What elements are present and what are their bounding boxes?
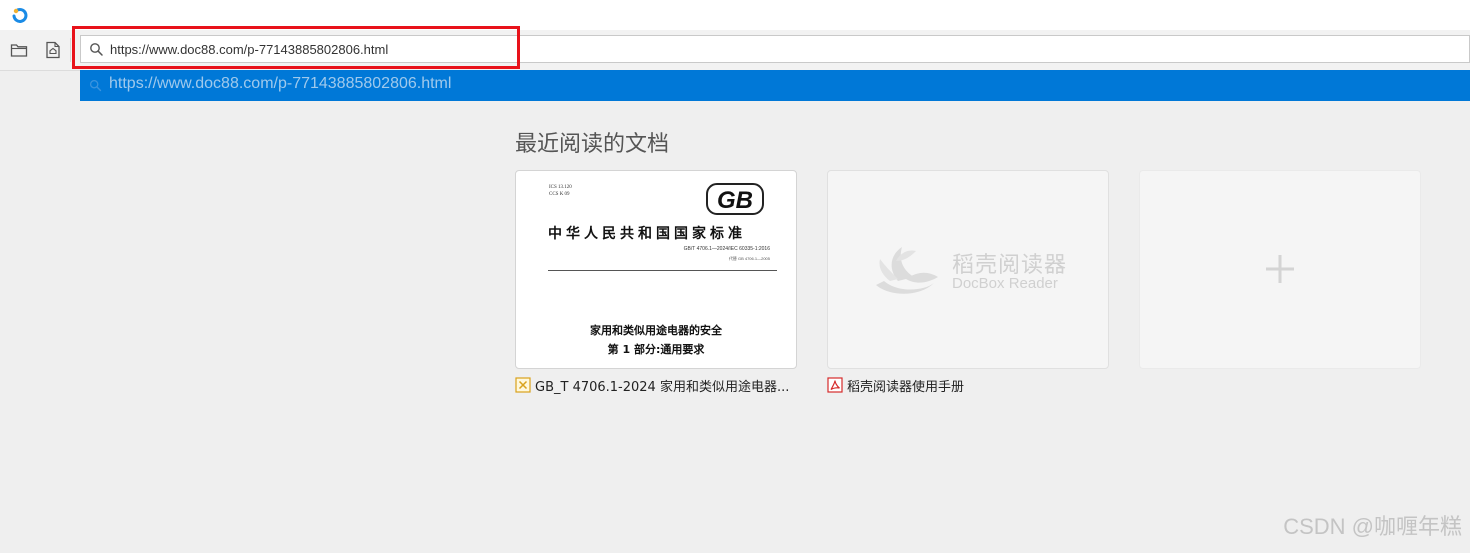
gb-national-standard-heading: 中华人民共和国国家标准: [548, 226, 746, 242]
csdn-watermark: CSDN @咖喱年糕: [1283, 514, 1462, 539]
plus-icon: [1266, 255, 1294, 283]
recent-document-card-gb-standard[interactable]: ICS 13.120 CCS K 09 GB 中华人民共和国国家标准 GB/T …: [515, 170, 797, 369]
docbox-brand-english: DocBox Reader: [952, 275, 1058, 292]
svg-text:GB: GB: [717, 187, 753, 214]
gb-replaces-note: 代替 GB 4706.1—2005: [728, 256, 770, 261]
address-bar[interactable]: [80, 35, 1470, 63]
url-suggestion-text: https://www.doc88.com/p-77143885802806.h…: [109, 75, 452, 92]
gb-document-title: 家用和类似用途电器的安全: [590, 324, 722, 337]
open-folder-button[interactable]: [8, 39, 30, 61]
recent-document-caption-gb-standard[interactable]: GB_T 4706.1-2024 家用和类似用途电器...: [515, 376, 790, 395]
url-suggestion-item[interactable]: https://www.doc88.com/p-77143885802806.h…: [80, 70, 1470, 101]
open-new-document-card[interactable]: [1139, 170, 1421, 369]
recent-document-name: GB_T 4706.1-2024 家用和类似用途电器...: [535, 379, 790, 395]
docbox-leaf-logo-icon: [876, 247, 938, 294]
xps-file-icon: [515, 377, 531, 393]
search-icon: [89, 79, 102, 92]
pdf-file-icon: [827, 377, 843, 393]
search-icon: [90, 43, 103, 56]
home-page-button[interactable]: [42, 39, 64, 61]
recent-document-name: 稻壳阅读器使用手册: [847, 379, 965, 395]
address-input[interactable]: [110, 38, 1450, 60]
gb-divider-line: [548, 270, 777, 271]
home-document-icon: [46, 41, 60, 59]
folder-icon: [10, 44, 28, 57]
gb-document-subtitle: 第 1 部分:通用要求: [607, 343, 705, 356]
docbox-app-logo-icon: [12, 7, 28, 23]
recent-documents-title: 最近阅读的文档: [515, 132, 670, 157]
recent-document-card-docbox-manual[interactable]: 稻壳阅读器 DocBox Reader: [827, 170, 1109, 369]
gb-standard-number: GB/T 4706.1—2024/IEC 60335-1:2016: [683, 246, 770, 252]
recent-document-caption-docbox-manual[interactable]: 稻壳阅读器使用手册: [827, 376, 965, 395]
toolbar-divider: [70, 38, 71, 62]
gb-classification-codes: ICS 13.120 CCS K 09: [549, 185, 572, 197]
gb-standard-logo: GB: [706, 183, 764, 215]
title-bar: [0, 0, 1470, 30]
